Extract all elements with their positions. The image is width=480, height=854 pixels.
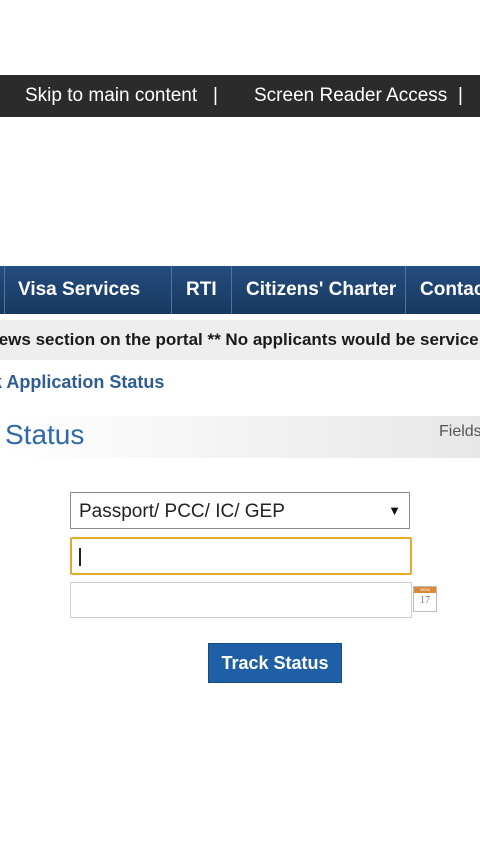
news-ticker-text: lews section on the portal ** No applica… [0,330,479,349]
file-number-input[interactable] [70,537,412,575]
text-caret [79,548,81,566]
topbar-divider: | [458,85,463,106]
nav-item-rti[interactable]: RTI [186,266,217,314]
nav-item-visa-services[interactable]: Visa Services [18,266,140,314]
nav-divider [4,266,5,314]
topbar-divider: | [213,85,218,106]
nav-item-citizens-charter[interactable]: Citizens' Charter [246,266,396,314]
date-of-birth-input[interactable] [70,582,412,618]
news-ticker: lews section on the portal ** No applica… [0,320,480,360]
nav-divider [171,266,172,314]
required-fields-note: Fields [439,423,480,440]
service-type-selected-value: Passport/ PCC/ IC/ GEP [79,501,285,522]
status-section-header: Status Fields [0,416,480,458]
dropdown-arrow-icon: ▼ [388,503,401,518]
nav-divider [405,266,406,314]
track-status-button[interactable]: Track Status [208,643,342,683]
top-utility-bar: Skip to main content | Screen Reader Acc… [0,75,480,117]
nav-item-contact[interactable]: Contac [420,266,480,314]
page-title: Status [5,419,85,450]
main-navigation: Visa Services RTI Citizens' Charter Cont… [0,266,480,314]
skip-to-main-content-link[interactable]: Skip to main content [25,85,197,107]
screen-reader-access-link[interactable]: Screen Reader Access [254,85,447,107]
calendar-icon-header: MON [414,587,436,593]
breadcrumb-current: k Application Status [0,372,165,392]
nav-divider [231,266,232,314]
calendar-icon[interactable]: MON 17 [413,586,437,612]
calendar-icon-day: 17 [420,595,430,606]
service-type-select[interactable]: Passport/ PCC/ IC/ GEP ▼ [70,492,410,529]
